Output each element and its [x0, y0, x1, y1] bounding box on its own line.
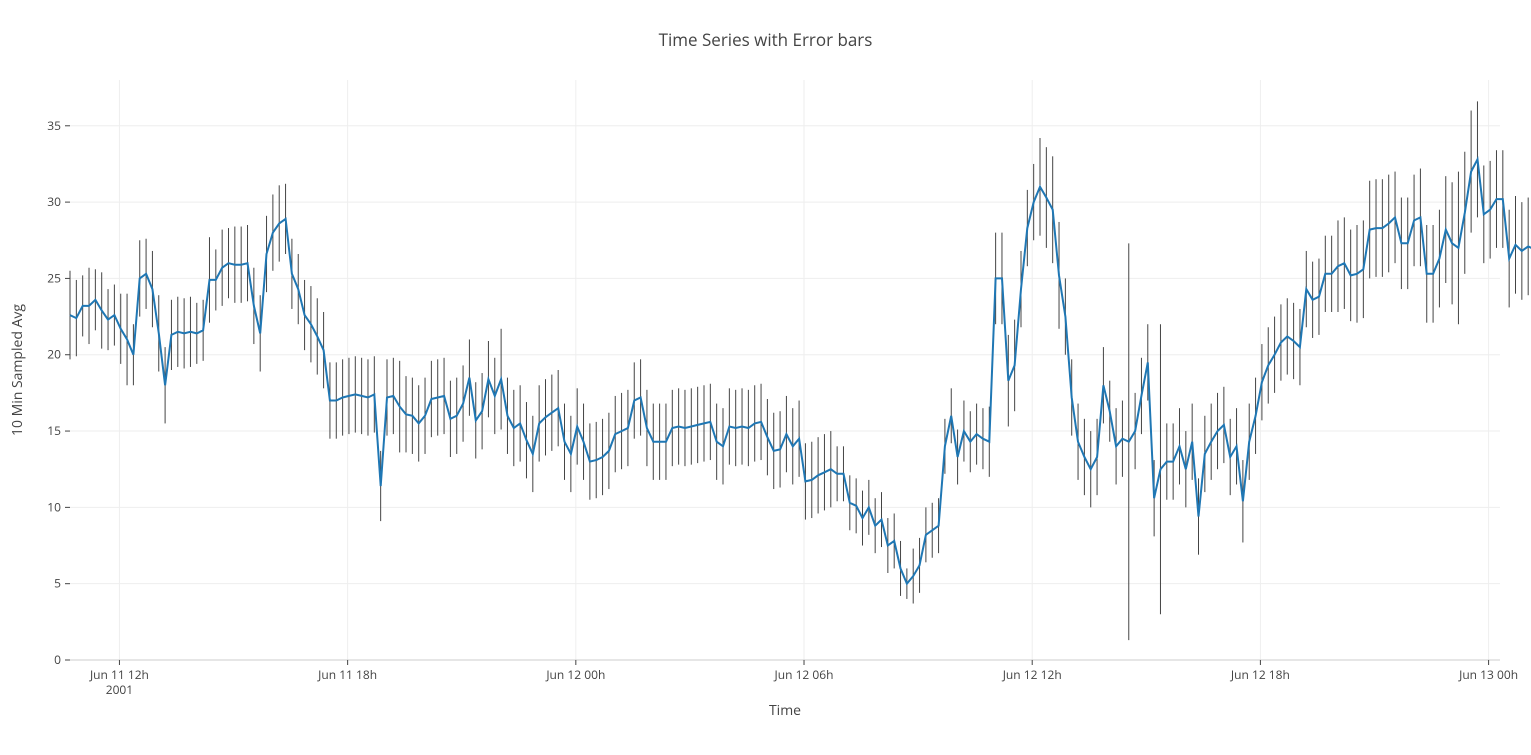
y-tick-label: 10 — [47, 498, 61, 515]
y-axis: 0 5 10 15 20 25 30 35 — [47, 117, 70, 668]
chart-title: Time Series with Error bars — [0, 28, 1531, 51]
chart-svg[interactable]: 05101520253035Jun 11 12h2001Jun 11 18hJu… — [0, 0, 1531, 755]
y-axis-title: 10 Min Sampled Avg — [8, 304, 27, 436]
y-tick-label: 30 — [47, 193, 61, 210]
x-tick-label: Jun 12 06h — [774, 666, 834, 683]
x-axis-title: Time — [769, 701, 801, 720]
series-line — [70, 159, 1531, 583]
x-tick-label: Jun 13 00h — [1458, 666, 1518, 683]
x-tick-label: Jun 11 18h — [317, 666, 377, 683]
y-tick-label: 5 — [54, 575, 61, 592]
y-tick-label: 0 — [54, 651, 61, 668]
x-tick-year: 2001 — [106, 681, 133, 698]
y-tick-label: 20 — [47, 346, 61, 363]
error-bars — [70, 0, 1531, 640]
x-tick-label: Jun 12 18h — [1230, 666, 1290, 683]
y-tick-label: 25 — [47, 269, 61, 286]
x-tick-label: Jun 12 12h — [1002, 666, 1062, 683]
x-axis: Jun 11 12h2001Jun 11 18hJun 12 00hJun 12… — [89, 660, 1518, 698]
grid — [70, 80, 1500, 660]
y-tick-label: 15 — [47, 422, 61, 439]
chart-container: Time Series with Error bars 0 5 10 15 20 25 30… — [0, 0, 1531, 755]
x-tick-label: Jun 12 00h — [545, 666, 605, 683]
y-tick-label: 35 — [47, 117, 61, 134]
